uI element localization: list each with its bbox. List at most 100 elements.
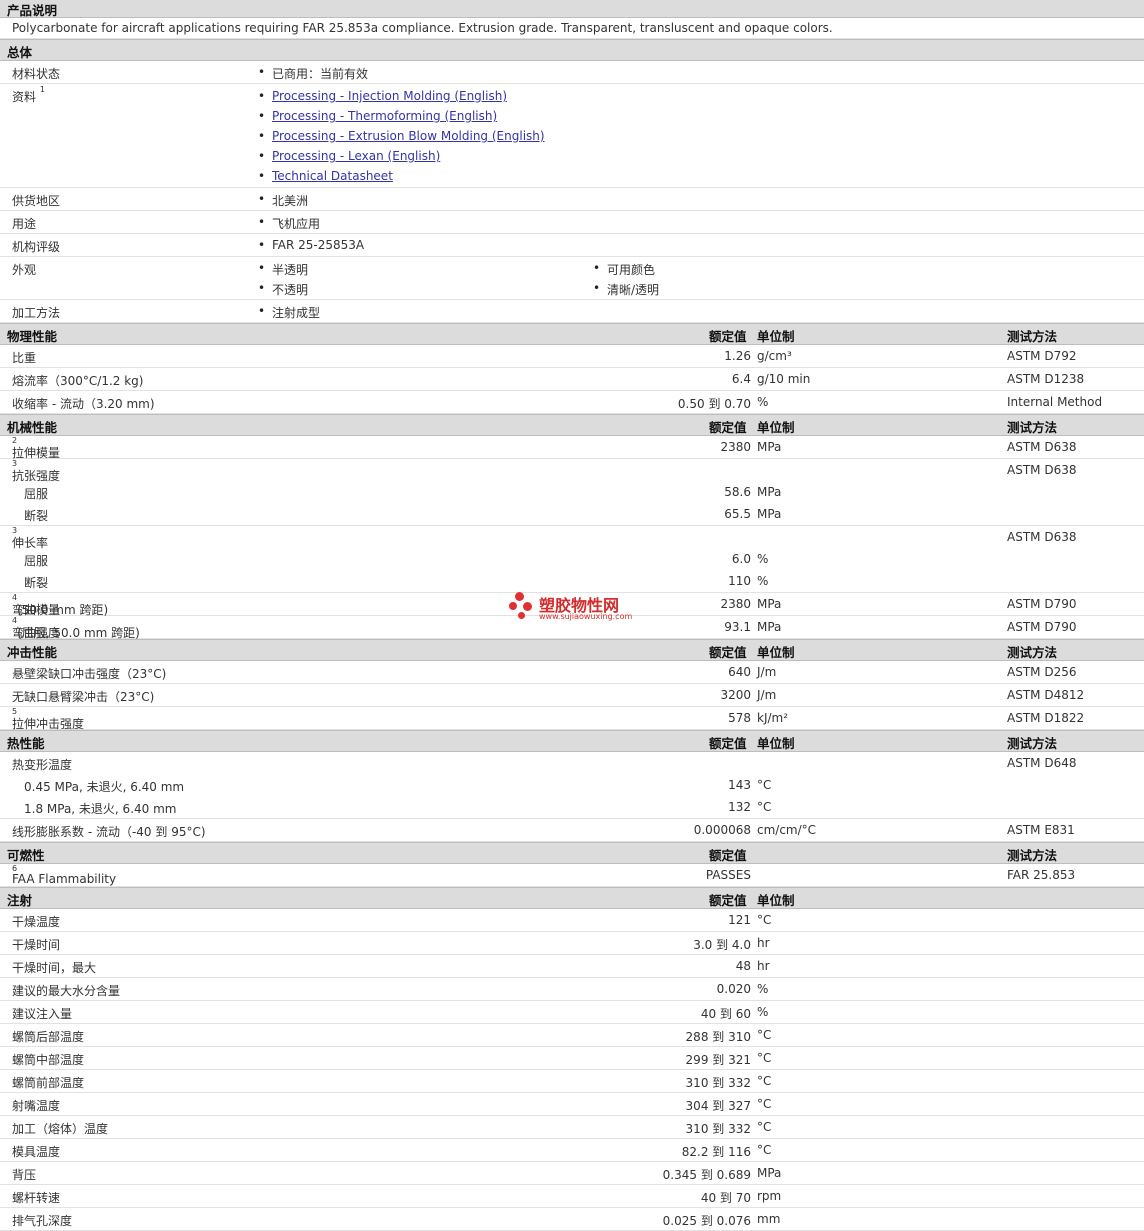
property-value: 40 到 60 [700,1007,751,1021]
table-row: 螺杆转速 40 到 70 rpm [0,1185,1144,1208]
property-value: 6.4 [731,372,751,386]
property-label: 悬壁梁缺口冲击强度（23°C) [12,667,167,681]
region-value: 北美洲 [258,192,308,209]
table-row: FAA Flammability 6 PASSES FAR 25.853 [0,864,1144,887]
test-method: ASTM E831 [1007,823,1075,837]
section-title: 机械性能 [7,420,58,435]
doc-link-technical-datasheet[interactable]: Technical Datasheet [258,169,393,183]
section-title: 热性能 [7,736,45,751]
col-method-header: 测试方法 [1007,645,1058,660]
property-value: 93.1 [724,620,751,634]
col-method-header: 测试方法 [1007,329,1058,344]
description-row: Polycarbonate for aircraft applications … [0,18,1144,39]
col-nominal-header: 额定值 [709,645,747,660]
property-unit: °C [757,1074,772,1088]
property-unit: MPa [757,440,782,454]
property-value: 82.2 到 116 [681,1145,751,1159]
table-row: 1.8 MPa, 未退火, 6.40 mm 132 °C [0,796,1144,819]
col-method-header: 测试方法 [1007,736,1058,751]
property-unit: kJ/m² [757,711,789,725]
col-nominal-header: 额定值 [709,893,747,908]
test-method: ASTM D4812 [1007,688,1085,702]
test-method: ASTM D638 [1007,530,1077,544]
property-sublabel: 屈服 [24,487,49,501]
section-header-thermal: 热性能 额定值 单位制 测试方法 [0,730,1144,752]
doc-link-injection-molding[interactable]: Processing - Injection Molding (English) [258,89,507,103]
property-unit: mm [757,1212,781,1226]
property-label: 背压 [12,1168,37,1182]
property-label: 建议注入量 [12,1007,73,1021]
process-value: 注射成型 [258,304,320,321]
table-row: 屈服 6.0 % [0,548,1144,570]
property-label: 干燥时间，最大 [12,961,97,975]
property-unit: MPa [757,485,782,499]
property-unit: °C [757,1028,772,1042]
property-unit: g/cm³ [757,349,792,363]
col-method-header: 测试方法 [1007,420,1058,435]
property-value: PASSES [705,868,751,882]
property-label: 拉伸模量 2 [12,436,61,460]
property-unit: °C [757,1097,772,1111]
property-unit: J/m [757,688,777,702]
property-value: 65.5 [724,507,751,521]
description-text: Polycarbonate for aircraft applications … [12,21,833,35]
property-label: 比重 [12,351,37,365]
property-label: 线形膨胀系数 - 流动（-40 到 95°C) [12,825,206,839]
property-value: 6.0 [731,552,751,566]
table-row: 建议的最大水分含量 0.020% [0,978,1144,1001]
property-unit: g/10 min [757,372,811,386]
col-method-header: 测试方法 [1007,848,1058,863]
status-value: 已商用：当前有效 [258,65,368,82]
table-row: 伸长率 3 ASTM D638 [0,526,1144,550]
property-value: 3.0 到 4.0 [693,938,751,952]
table-row: 比重 1.26 g/cm³ ASTM D792 [0,345,1144,368]
property-value: 304 到 327 [685,1099,751,1113]
process-label: 加工方法 [12,306,61,320]
process-row: 加工方法 注射成型 [0,300,1144,323]
table-row: 螺筒前部温度 310 到 332 °C [0,1070,1144,1093]
test-method: ASTM D792 [1007,349,1077,363]
table-row: 抗张强度 3 ASTM D638 [0,459,1144,483]
property-unit: °C [757,913,772,927]
property-unit: % [757,1005,769,1019]
property-label: 排气孔深度 [12,1214,73,1228]
property-label: 收缩率 - 流动（3.20 mm) [12,397,155,411]
appearance-label: 外观 [12,263,37,277]
table-row: 0.45 MPa, 未退火, 6.40 mm 143 °C [0,774,1144,796]
doc-link-extrusion-blow-molding[interactable]: Processing - Extrusion Blow Molding (Eng… [258,129,545,143]
col-unit-header: 单位制 [757,736,795,751]
col-nominal-header: 额定值 [709,329,747,344]
property-value: 578 [728,711,751,725]
test-method: ASTM D1822 [1007,711,1085,725]
section-header-flammability: 可燃性 额定值 测试方法 [0,842,1144,864]
property-label: 螺筒后部温度 [12,1030,85,1044]
col-unit-header: 单位制 [757,645,795,660]
property-unit: MPa [757,507,782,521]
property-label: 建议的最大水分含量 [12,984,121,998]
property-label: 加工（熔体）温度 [12,1122,109,1136]
property-value: 143 [728,778,751,792]
property-label: 抗张强度 3 [12,459,61,483]
doc-link-thermoforming[interactable]: Processing - Thermoforming (English) [258,109,497,123]
table-row: 螺筒中部温度 299 到 321 °C [0,1047,1144,1070]
section-header-physical: 物理性能 额定值 单位制 测试方法 [0,323,1144,345]
property-label: 螺筒前部温度 [12,1076,85,1090]
appearance-item: 清晰/透明 [593,281,659,298]
appearance-item: 不透明 [258,281,308,298]
use-row: 用途 飞机应用 [0,211,1144,234]
property-value: 58.6 [724,485,751,499]
doc-link-lexan[interactable]: Processing - Lexan (English) [258,149,440,163]
section-title: 冲击性能 [7,645,58,660]
test-method: Internal Method [1007,395,1103,409]
property-value: 121 [728,913,751,927]
section-title: 总体 [7,45,33,60]
col-nominal-header: 额定值 [709,736,747,751]
property-unit: hr [757,959,770,973]
property-label: 模具温度 [12,1145,61,1159]
col-unit-header: 单位制 [757,329,795,344]
property-label: 拉伸冲击强度 5 [12,707,85,731]
property-label: 熔流率（300°C/1.2 kg) [12,374,144,388]
property-label: 干燥时间 [12,938,61,952]
property-label: FAA Flammability 6 [12,864,117,886]
property-unit: J/m [757,665,777,679]
